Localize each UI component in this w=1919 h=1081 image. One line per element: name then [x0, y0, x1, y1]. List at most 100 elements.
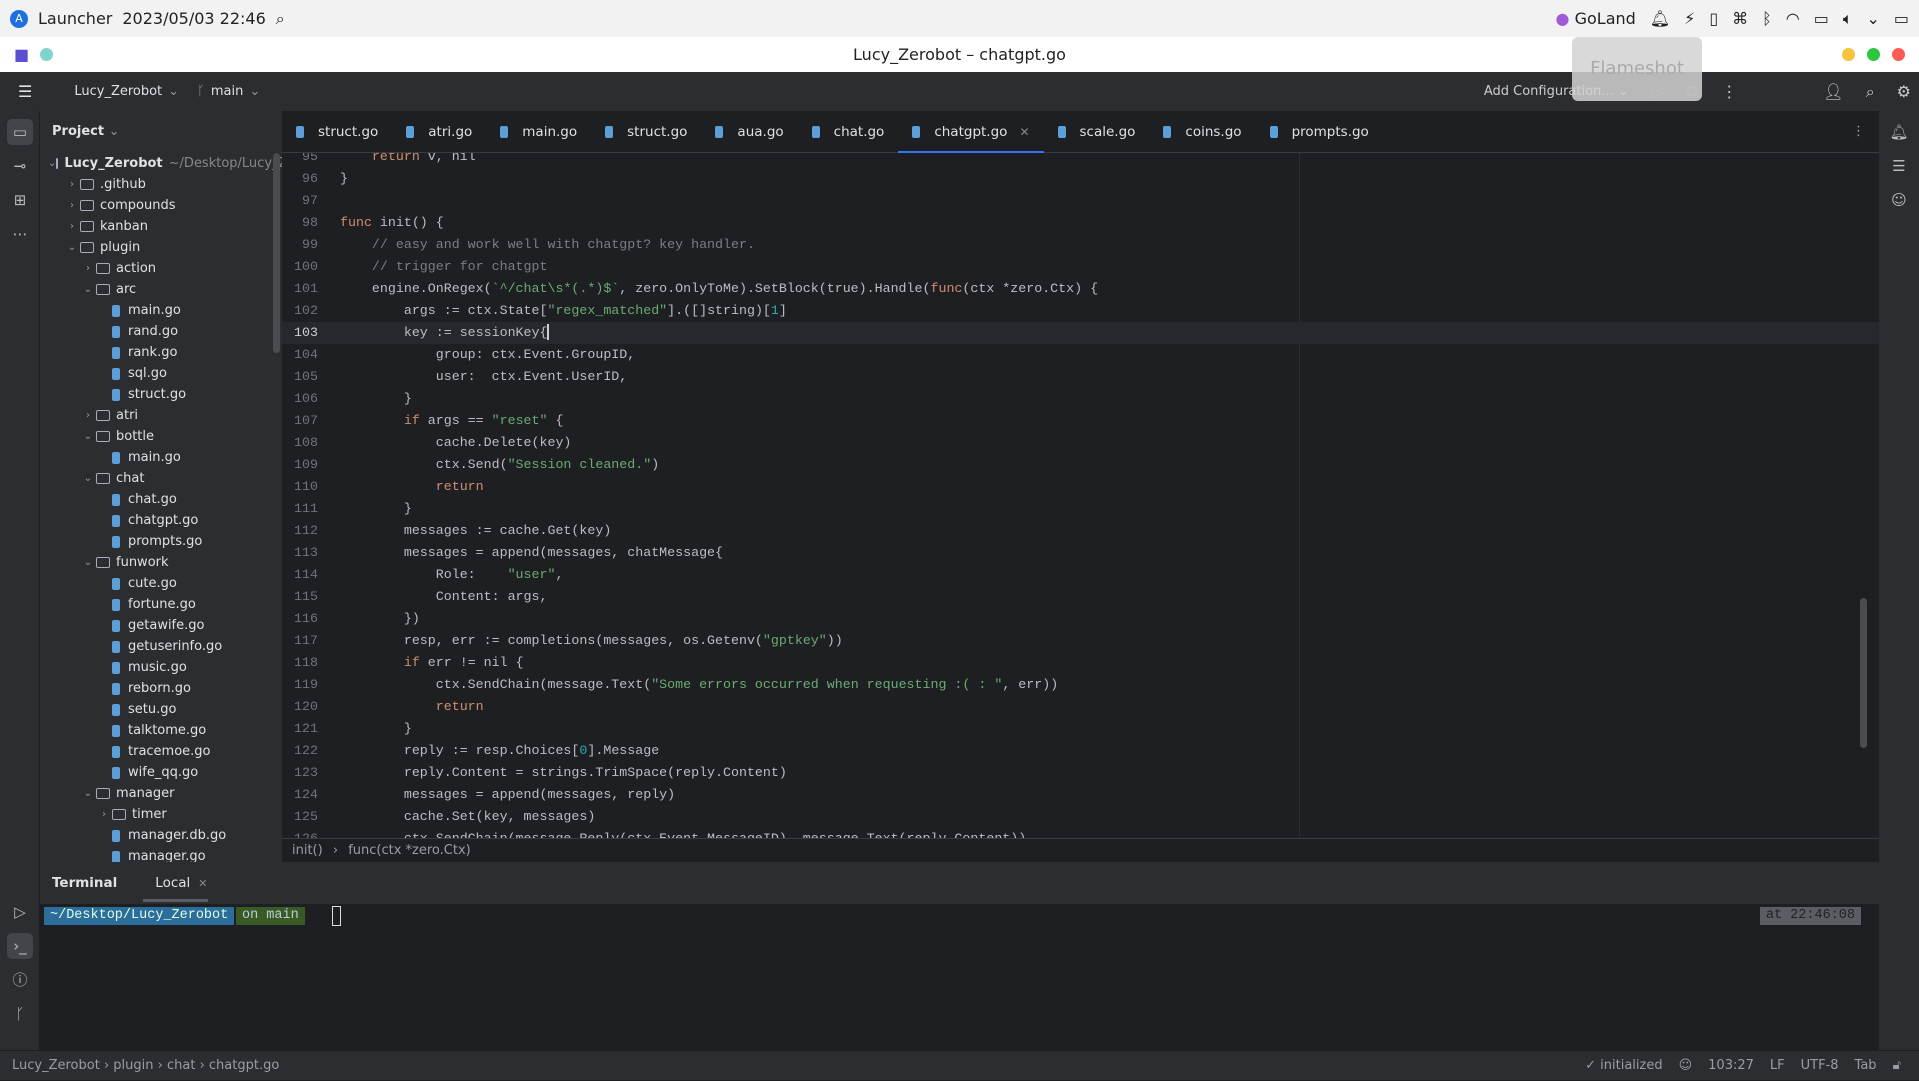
breadcrumb-init[interactable]: init() [292, 843, 323, 858]
tab-prompts-go[interactable]: prompts.go [1256, 111, 1383, 153]
tree-item[interactable]: ⌄ Lucy_Zerobot ~/Desktop/Lucy_Zerobot [40, 153, 282, 174]
line-separator[interactable]: LF [1770, 1051, 1785, 1081]
project-folder-icon[interactable]: ▭ [7, 119, 33, 145]
clipboard-icon[interactable]: ▯ [1709, 9, 1718, 28]
flameshot-icon[interactable]: ⚡︎ [1684, 9, 1695, 28]
problems-icon[interactable]: ⓘ [7, 967, 33, 993]
tabs-more-icon[interactable]: ⋮ [1852, 124, 1865, 139]
main-menu-icon[interactable]: ☰ [18, 82, 32, 101]
tree-item[interactable]: sql.go [40, 363, 282, 384]
tree-item[interactable]: fortune.go [40, 594, 282, 615]
tree-item[interactable]: › .github [40, 174, 282, 195]
search-icon[interactable]: ⌕ [276, 9, 285, 29]
file-encoding[interactable]: UTF-8 [1801, 1051, 1839, 1081]
project-panel-title[interactable]: Project ⌄ [40, 111, 282, 153]
tab-aua-go[interactable]: aua.go [701, 111, 797, 153]
tree-item[interactable]: › atri [40, 405, 282, 426]
breadcrumb-func[interactable]: func(ctx *zero.Ctx) [348, 843, 471, 858]
tree-item[interactable]: ⌄ funwork [40, 552, 282, 573]
database-icon[interactable]: ☰ [1886, 153, 1912, 179]
more-tools-icon[interactable]: ⋯ [7, 221, 33, 247]
project-scrollbar[interactable] [273, 153, 280, 353]
launcher-icon[interactable]: A [10, 9, 28, 28]
tab-struct-go[interactable]: struct.go [591, 111, 701, 153]
settings-gear-icon[interactable]: ⚙ [1897, 82, 1911, 101]
tree-item[interactable]: wife_qq.go [40, 762, 282, 783]
tree-item[interactable]: rand.go [40, 321, 282, 342]
tree-item[interactable]: ⌄ manager [40, 783, 282, 804]
tab-scale-go[interactable]: scale.go [1044, 111, 1150, 153]
tree-item[interactable]: main.go [40, 447, 282, 468]
terminal[interactable]: ~/Desktop/Lucy_Zerobot on main ✓ at 22:4… [40, 904, 1879, 1050]
tree-item[interactable]: › timer [40, 804, 282, 825]
tab-atri-go[interactable]: atri.go [392, 111, 486, 153]
tree-item[interactable]: › compounds [40, 195, 282, 216]
status-path-item[interactable]: chatgpt.go [209, 1058, 279, 1073]
tree-item[interactable]: music.go [40, 657, 282, 678]
notifications-bell-icon[interactable]: 🔔︎ [1886, 119, 1912, 145]
close-tab-icon[interactable]: ✕ [1019, 125, 1029, 139]
add-user-icon[interactable]: 👤︎ [1823, 82, 1843, 101]
branch-selector[interactable]: ᚴ main ⌄ [197, 84, 260, 99]
cursor-position[interactable]: 103:27 [1708, 1051, 1754, 1081]
tree-item[interactable]: chatgpt.go [40, 510, 282, 531]
status-path-item[interactable]: chat [167, 1058, 195, 1073]
goland-app-indicator[interactable]: ● GoLand [1556, 9, 1636, 28]
services-icon[interactable]: ▷ [7, 899, 33, 925]
chevron-down-icon[interactable]: ⌄ [1866, 9, 1879, 28]
tree-item[interactable]: talktome.go [40, 720, 282, 741]
tree-item[interactable]: getawife.go [40, 615, 282, 636]
tree-item[interactable]: setu.go [40, 699, 282, 720]
tree-item[interactable]: main.go [40, 300, 282, 321]
bell-icon[interactable]: 🔔︎ [1650, 9, 1670, 28]
minimize-button[interactable] [1842, 48, 1855, 61]
tree-item[interactable]: rank.go [40, 342, 282, 363]
tab-chat-go[interactable]: chat.go [798, 111, 899, 153]
volume-icon[interactable]: 🔈︎ [1843, 9, 1853, 29]
terminal-icon[interactable]: ›_ [7, 933, 33, 959]
lock-icon[interactable]: 🔓︎ [1893, 1051, 1901, 1081]
commit-icon[interactable]: ⊸ [7, 153, 33, 179]
editor-scrollbar[interactable] [1860, 598, 1867, 748]
tree-item[interactable]: ⌄ bottle [40, 426, 282, 447]
tree-item[interactable]: manager.go [40, 846, 282, 862]
status-initialized[interactable]: ✓ initialized [1585, 1051, 1662, 1081]
tab-chatgpt-go[interactable]: chatgpt.go ✕ [898, 111, 1044, 154]
tree-item[interactable]: ⌄ arc [40, 279, 282, 300]
tree-item[interactable]: getuserinfo.go [40, 636, 282, 657]
tab-main-go[interactable]: main.go [486, 111, 591, 153]
tree-item[interactable]: cute.go [40, 573, 282, 594]
tree-item[interactable]: prompts.go [40, 531, 282, 552]
copilot-status-icon[interactable]: ☺ [1679, 1051, 1693, 1081]
project-selector[interactable]: Lucy_Zerobot ⌄ [74, 84, 179, 99]
tree-item[interactable]: ⌄ chat [40, 468, 282, 489]
pin-icon[interactable] [40, 48, 53, 61]
display-icon[interactable]: ▭ [1814, 9, 1829, 28]
maximize-button[interactable] [1867, 48, 1880, 61]
tree-item[interactable]: reborn.go [40, 678, 282, 699]
tree-item[interactable]: struct.go [40, 384, 282, 405]
tab-struct-go[interactable]: struct.go [282, 111, 392, 153]
bluetooth-icon[interactable]: ᛒ [1762, 9, 1772, 28]
battery-icon[interactable]: ▭ [1894, 9, 1909, 28]
structure-icon[interactable]: ⊞ [7, 187, 33, 213]
status-path-item[interactable]: Lucy_Zerobot [12, 1058, 100, 1073]
tree-item[interactable]: tracemoe.go [40, 741, 282, 762]
code-editor[interactable]: 95 return v, nil 96} 97 98 func init() {99 /… [282, 153, 1879, 838]
tree-item[interactable]: ⌄ plugin [40, 237, 282, 258]
more-icon[interactable]: ⋮ [1721, 82, 1737, 101]
tab-coins-go[interactable]: coins.go [1149, 111, 1255, 153]
tree-item[interactable]: chat.go [40, 489, 282, 510]
launcher-label[interactable]: Launcher [38, 9, 112, 28]
wifi-icon[interactable]: ◠ [1786, 9, 1800, 28]
copilot-icon[interactable]: ☺ [1886, 187, 1912, 213]
tree-item[interactable]: manager.db.go [40, 825, 282, 846]
status-path-item[interactable]: plugin [113, 1058, 153, 1073]
keyboard-icon[interactable]: ⌘ [1732, 9, 1748, 28]
search-icon[interactable]: ⌕ [1866, 82, 1875, 102]
close-button[interactable] [1892, 48, 1905, 61]
tree-item[interactable]: › action [40, 258, 282, 279]
tree-item[interactable]: › kanban [40, 216, 282, 237]
indent-setting[interactable]: Tab [1855, 1051, 1877, 1081]
terminal-tab-local[interactable]: Local ✕ [143, 865, 208, 902]
